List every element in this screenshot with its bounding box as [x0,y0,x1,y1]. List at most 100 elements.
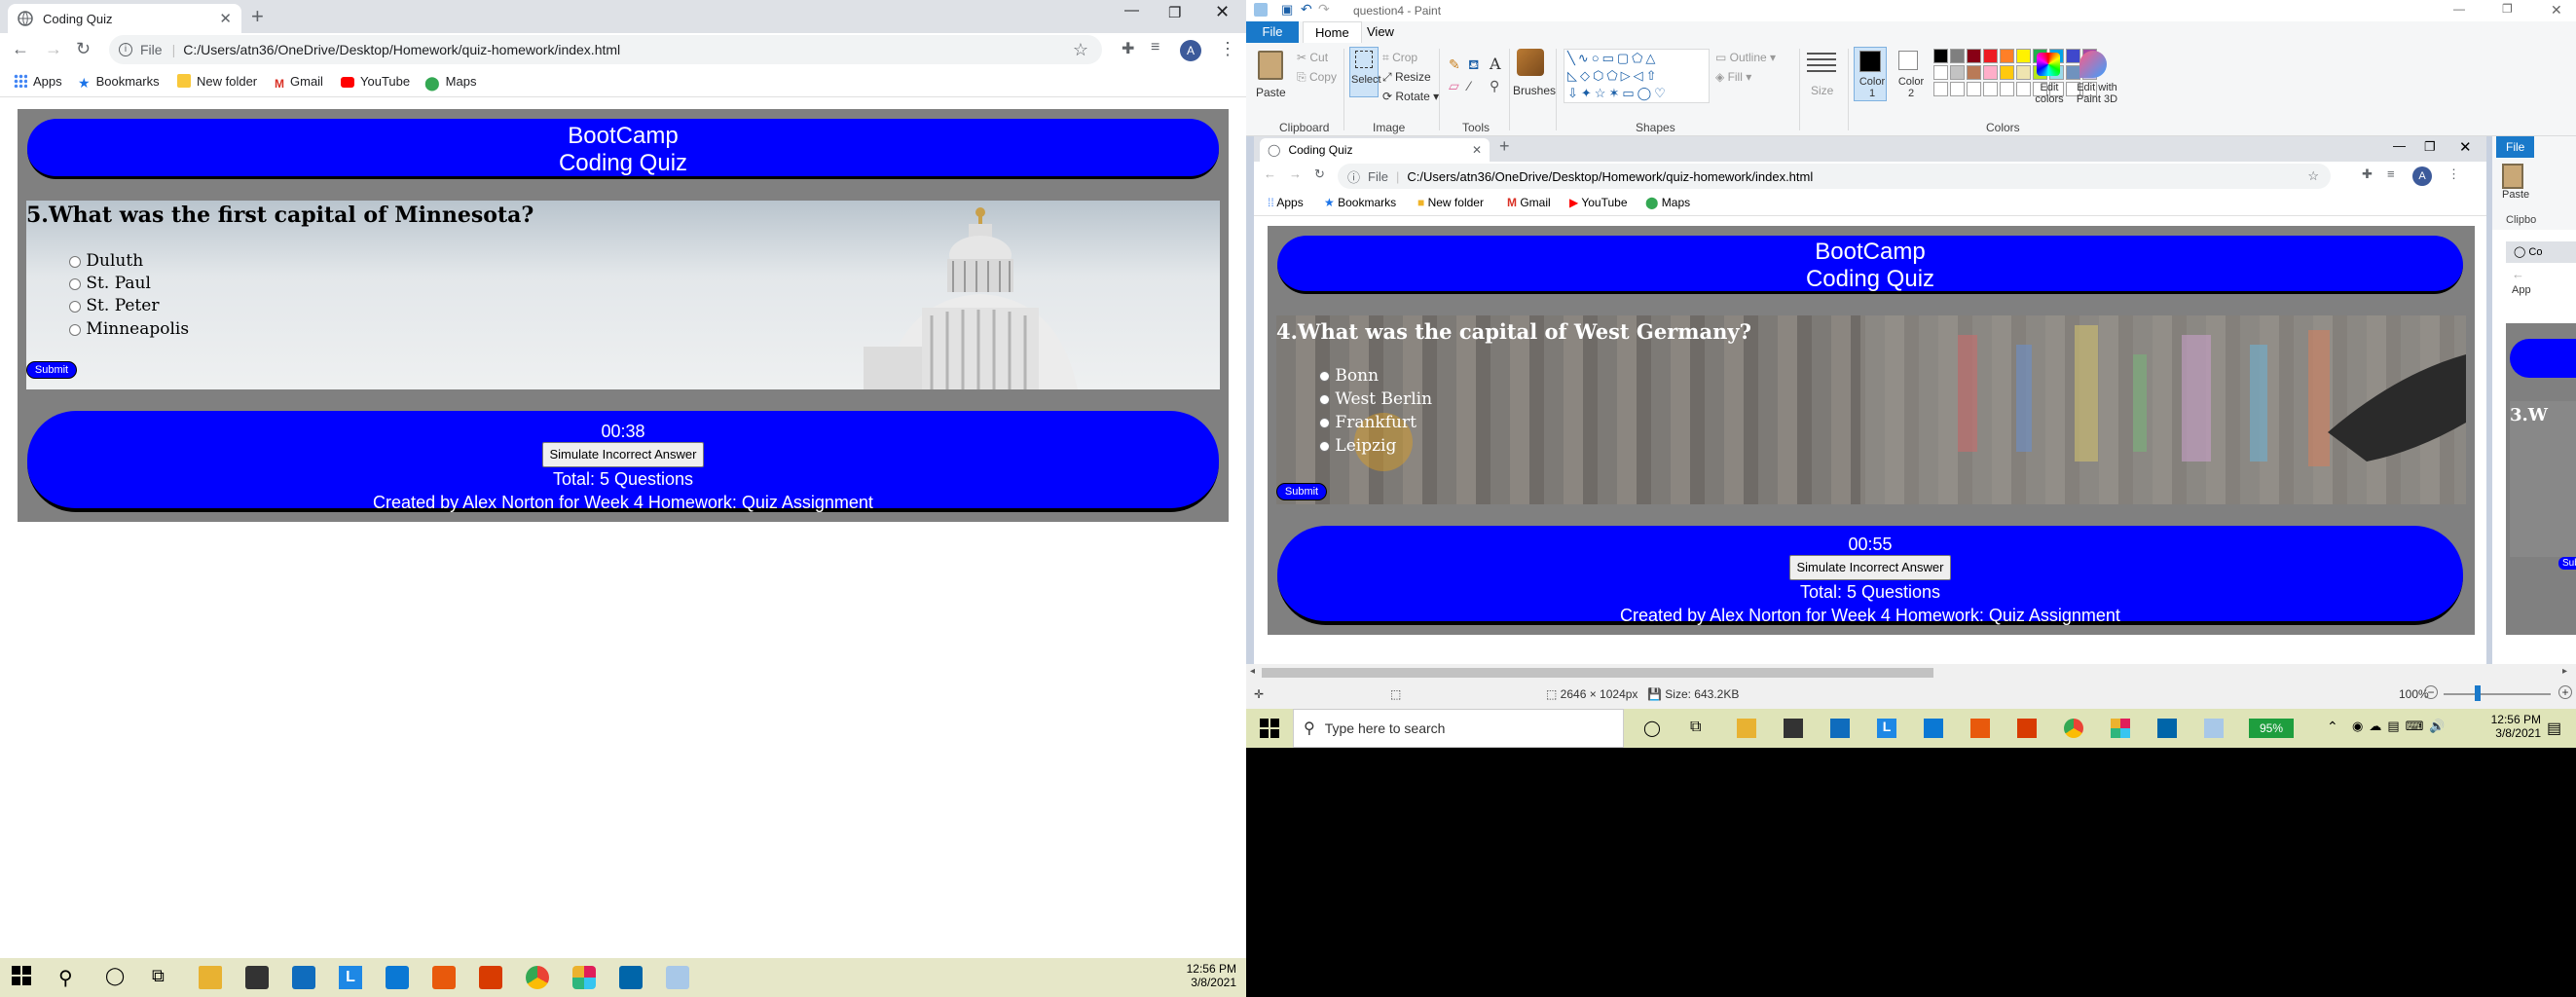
bookmark-youtube[interactable]: YouTube [341,74,410,89]
palette-swatch-empty[interactable] [1950,82,1965,96]
radio-button[interactable] [69,300,81,313]
paint-icon[interactable] [666,966,689,989]
restore-icon[interactable]: ❐ [1168,4,1181,33]
mail-icon[interactable] [292,966,315,989]
radio-button[interactable] [69,277,81,290]
palette-swatch[interactable] [2066,49,2080,63]
bookmark-gmail[interactable]: M Gmail [275,74,323,91]
undo-icon[interactable]: ↶ [1301,1,1312,18]
taskbar-clock[interactable]: 12:56 PM 3/8/2021 [1149,962,1236,989]
palette-swatch[interactable] [2000,65,2014,80]
outline-button[interactable]: ▭ Outline ▾ [1715,51,1776,64]
palette-swatch[interactable] [1933,49,1948,63]
fill-button[interactable]: ◈ Fill ▾ [1715,70,1751,84]
reading-list-icon[interactable]: ≡ [1151,39,1159,56]
paste-icon[interactable] [1258,51,1283,80]
palette-swatch-empty[interactable] [1933,82,1948,96]
cut-button[interactable]: ✂ Cut [1297,51,1328,64]
edit-paint3d-button[interactable]: Edit with Paint 3D [2070,82,2124,105]
l-app-icon[interactable]: L [339,966,362,989]
copy-button[interactable]: ⎘ Copy [1297,70,1337,85]
option-duluth[interactable]: Duluth [69,251,143,271]
file-menu-tab[interactable]: File [1246,21,1299,43]
task-view-icon[interactable]: ⧉ [152,966,175,989]
forward-icon[interactable]: → [45,39,62,59]
home-tab[interactable]: Home [1303,21,1362,44]
extensions-icon[interactable]: ✚ [1122,39,1134,58]
bookmark-bookmarks[interactable]: ★ Bookmarks [78,74,160,91]
back-icon[interactable]: ← [12,39,29,59]
save-icon[interactable]: ▣ [1281,2,1293,18]
zoom-out-icon[interactable]: − [2424,685,2438,699]
crop-button[interactable]: ⌗ Crop [1382,51,1417,65]
palette-swatch[interactable] [1967,65,1981,80]
zoom-in-icon[interactable]: + [2558,685,2572,699]
text-tool-icon[interactable]: A [1490,55,1501,73]
size-icon[interactable] [1807,53,1836,76]
restore-icon[interactable]: ❐ [2502,2,2513,16]
windows-start-icon[interactable] [12,966,35,989]
option-st-paul[interactable]: St. Paul [69,274,151,293]
store-icon[interactable] [245,966,269,989]
palette-swatch-empty[interactable] [1983,82,1998,96]
palette-swatch-empty[interactable] [2016,82,2031,96]
simulate-incorrect-button[interactable]: Simulate Incorrect Answer [542,442,704,467]
shapes-gallery[interactable]: ╲∿○▭▢⬠△ ◺◇⬡⬠▷◁⇧ ⇩✦☆✶▭◯♡ [1564,49,1710,103]
bookmark-maps[interactable]: ⬤ Maps [424,74,476,91]
search-icon[interactable]: ⚲ [58,966,82,989]
edit-colors-icon[interactable] [2037,53,2060,76]
paste-button[interactable]: Paste [1256,86,1286,99]
file-explorer-icon[interactable] [199,966,222,989]
palette-swatch[interactable] [1967,49,1981,63]
palette-swatch[interactable] [2000,49,2014,63]
paint3d-icon[interactable] [2079,51,2107,78]
scroll-thumb[interactable] [1262,668,1933,678]
palette-swatch-empty[interactable] [2000,82,2014,96]
pencil-icon[interactable]: ✎ [1449,56,1460,73]
edit-colors-button[interactable]: Edit colors [2033,82,2066,105]
bookmark-new-folder[interactable]: New folder [177,74,257,89]
radio-button[interactable] [69,255,81,268]
canvas-image[interactable]: ◯ Coding Quiz ✕ + — ❐ ✕ ← → ↻ ⓘ File | C… [1254,136,2486,664]
brushes-button[interactable]: Brushes [1513,84,1556,97]
palette-swatch[interactable] [2016,65,2031,80]
color2-swatch[interactable] [1898,51,1918,70]
eraser-icon[interactable]: ▱ [1449,78,1459,94]
star-icon[interactable]: ☆ [1073,40,1088,60]
slack-icon[interactable] [572,966,596,989]
minimize-icon[interactable]: — [1124,2,1139,31]
palette-swatch[interactable] [1983,65,1998,80]
submit-button[interactable]: Submit [26,361,77,379]
color2-button[interactable]: Color 2 [1896,76,1926,99]
radio-button[interactable] [69,323,81,336]
palette-swatch-empty[interactable] [1967,82,1981,96]
magnifier-icon[interactable]: ⚲ [1490,78,1499,94]
profile-avatar[interactable]: A [1180,40,1201,61]
chrome-icon[interactable] [526,966,549,989]
size-button[interactable]: Size [1811,84,1833,97]
fill-bucket-icon[interactable]: ⛾ [1468,56,1479,75]
vscode-icon[interactable] [619,966,643,989]
brushes-icon[interactable] [1517,49,1544,76]
palette-swatch[interactable] [2016,49,2031,63]
reload-icon[interactable]: ↻ [76,39,91,59]
close-tab-icon[interactable]: ✕ [219,10,232,27]
menu-icon[interactable]: ⋮ [1219,39,1236,59]
scroll-left-icon[interactable]: ◂ [1250,666,1255,677]
rotate-button[interactable]: ⟳ Rotate ▾ [1382,90,1439,103]
palette-swatch[interactable] [1933,65,1948,80]
palette-swatch[interactable] [1950,49,1965,63]
app-icon[interactable] [432,966,456,989]
zoom-slider-thumb[interactable] [2475,685,2481,701]
cortana-icon[interactable]: ◯ [105,966,129,989]
palette-swatch[interactable] [1983,49,1998,63]
address-bar[interactable]: i File | C:/Users/atn36/OneDrive/Desktop… [109,35,1102,64]
palette-swatch[interactable] [2066,65,2080,80]
palette-swatch[interactable] [1950,65,1965,80]
minimize-icon[interactable]: — [2453,2,2465,16]
scroll-right-icon[interactable]: ▸ [2562,666,2567,677]
new-tab-icon[interactable]: + [251,4,264,29]
option-st-peter[interactable]: St. Peter [69,296,159,315]
outlook-icon[interactable] [386,966,409,989]
option-minneapolis[interactable]: Minneapolis [69,319,189,339]
